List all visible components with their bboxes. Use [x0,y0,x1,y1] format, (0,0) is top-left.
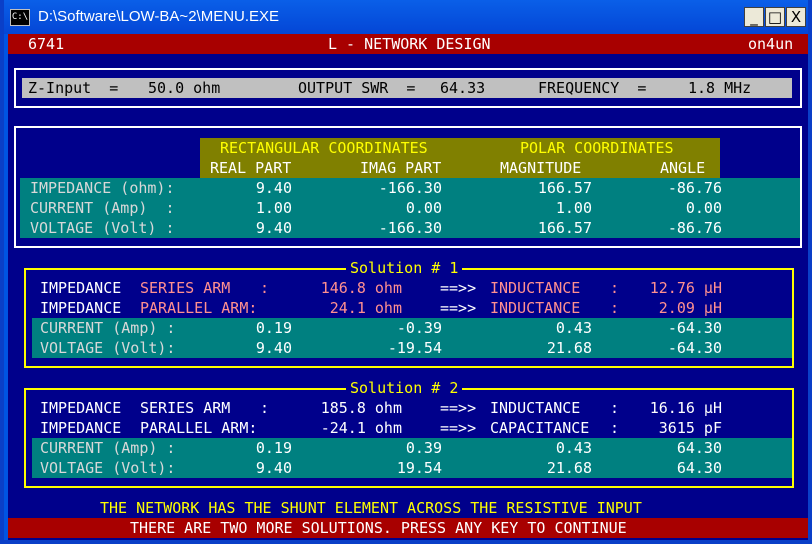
arrow: ==>> [440,399,477,417]
arrow: ==>> [440,299,477,317]
freq-label: FREQUENCY = [538,79,647,97]
separator: : [260,279,270,297]
impedance-label: IMPEDANCE [40,279,122,297]
element-value: 12.76 µH [649,279,722,297]
element-value: 2.09 µH [658,299,722,317]
col-real: REAL PART [210,159,292,177]
solution-2-title: Solution # 2 [346,378,463,398]
cell: 9.40 [255,459,292,477]
cell: -86.76 [667,219,722,237]
console-screen: 6741 L - NETWORK DESIGN on4un Z-Input = … [8,34,808,540]
cell: -64.30 [667,339,722,357]
group-rectangular: RECTANGULAR COORDINATES [220,139,428,157]
window-title: D:\Software\LOW-BA~2\MENU.EXE [38,8,280,25]
element-colon: : [610,279,620,297]
impedance-label: IMPEDANCE [40,299,122,317]
element-type: INDUCTANCE [490,279,581,297]
cell: 1.00 [555,199,592,217]
impedance-label: IMPEDANCE [40,399,122,417]
parallel-arm-label: PARALLEL ARM: [140,419,258,437]
cell: 0.43 [555,439,592,457]
continue-prompt[interactable]: THERE ARE TWO MORE SOLUTIONS. PRESS ANY … [130,518,627,538]
zinput-label: Z-Input = [28,79,119,97]
series-arm-label: SERIES ARM [140,279,231,297]
element-colon: : [610,419,620,437]
col-imag: IMAG PART [360,159,442,177]
freq-value: 1.8 MHz [688,79,752,97]
close-button[interactable]: X [786,7,806,27]
cell: 1.00 [255,199,292,217]
element-type: INDUCTANCE [490,299,581,317]
minimize-button[interactable]: _ [744,7,764,27]
cell: 0.19 [255,439,292,457]
cell: 9.40 [255,179,292,197]
zinput-value: 50.0 ohm [148,79,221,97]
title-bar[interactable]: C:\ D:\Software\LOW-BA~2\MENU.EXE _ □ X [4,0,808,34]
cell: -64.30 [667,319,722,337]
cell: 0.43 [555,319,592,337]
arrow: ==>> [440,419,477,437]
row-label: VOLTAGE (Volt) : [30,219,175,237]
row-label: CURRENT (Amp) : [40,439,176,457]
parallel-impedance-value: -24.1 ohm [320,419,402,437]
app-window: C:\ D:\Software\LOW-BA~2\MENU.EXE _ □ X … [0,0,812,544]
cell: -166.30 [378,179,442,197]
row-label: CURRENT (Amp) : [40,319,176,337]
col-angle: ANGLE [660,159,706,177]
header-code: 6741 [28,35,65,53]
cell: 166.57 [537,219,592,237]
console-app-icon: C:\ [10,9,30,26]
parallel-arm-label: PARALLEL ARM: [140,299,258,317]
cell: 21.68 [546,459,592,477]
cell: 9.40 [255,339,292,357]
series-arm-label: SERIES ARM [140,399,231,417]
cell: 64.30 [676,439,722,457]
cell: 64.30 [676,459,722,477]
cell: 0.00 [685,199,722,217]
cell: 166.57 [537,179,592,197]
group-polar: POLAR COORDINATES [520,139,674,157]
cell: 9.40 [255,219,292,237]
cell: 19.54 [396,459,442,477]
swr-label: OUTPUT SWR = [298,79,416,97]
cell: -166.30 [378,219,442,237]
element-value: 16.16 µH [649,399,722,417]
page-title: L - NETWORK DESIGN [328,35,491,53]
row-label: IMPEDANCE (ohm): [30,179,175,197]
cell: -19.54 [387,339,442,357]
network-message: THE NETWORK HAS THE SHUNT ELEMENT ACROSS… [100,499,642,517]
col-magnitude: MAGNITUDE [500,159,582,177]
separator: : [260,399,270,417]
row-label: CURRENT (Amp) : [30,199,175,217]
swr-value: 64.33 [440,79,486,97]
header-callsign: on4un [748,35,794,53]
cell: 0.19 [255,319,292,337]
impedance-label: IMPEDANCE [40,419,122,437]
row-label: VOLTAGE (Volt): [40,339,176,357]
element-value: 3615 pF [658,419,722,437]
series-impedance-value: 146.8 ohm [320,279,402,297]
solution-1-title: Solution # 1 [346,258,463,278]
maximize-button[interactable]: □ [765,7,785,27]
element-type: INDUCTANCE [490,399,581,417]
cell: -86.76 [667,179,722,197]
series-impedance-value: 185.8 ohm [320,399,402,417]
cell: -0.39 [396,319,442,337]
element-colon: : [610,399,620,417]
element-colon: : [610,299,620,317]
row-label: VOLTAGE (Volt): [40,459,176,477]
cell: 0.39 [405,439,442,457]
arrow: ==>> [440,279,477,297]
parallel-impedance-value: 24.1 ohm [329,299,402,317]
element-type: CAPACITANCE [490,419,590,437]
cell: 21.68 [546,339,592,357]
cell: 0.00 [405,199,442,217]
